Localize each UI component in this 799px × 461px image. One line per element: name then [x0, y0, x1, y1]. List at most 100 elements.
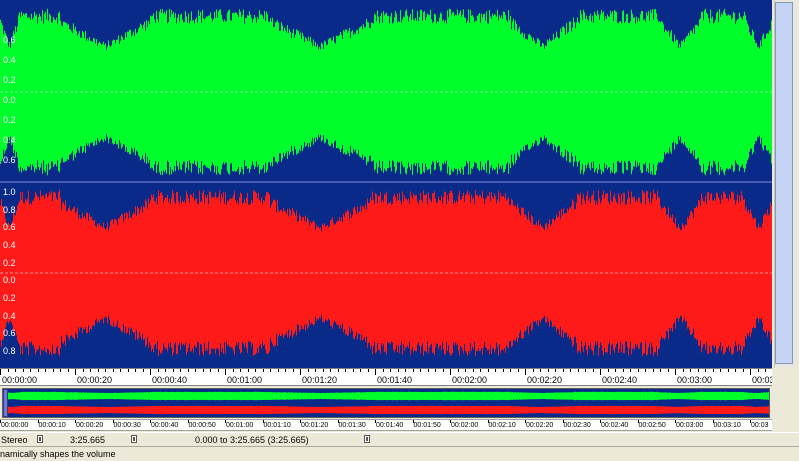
left-channel-sample: [144, 21, 145, 163]
left-channel-sample: [273, 27, 274, 157]
right-channel-sample: [203, 190, 204, 356]
overview-right-sample: [572, 406, 573, 414]
overview-left-sample: [715, 391, 716, 401]
overview-right-sample: [678, 406, 679, 414]
overview-left-sample: [118, 392, 119, 400]
waveform-canvas[interactable]: [0, 0, 772, 368]
overview-right-sample: [101, 406, 102, 414]
waveform-view[interactable]: 0.6 0.4 0.2 0.0 0.2 0.4 0.6 1.0 0.8 0.6 0.4 0.2 0.0 0…: [0, 0, 772, 368]
overview-right-sample: [266, 406, 267, 414]
right-channel-sample: [603, 190, 604, 356]
overview-left-sample: [418, 391, 419, 401]
overview-left-sample: [453, 391, 454, 401]
overview-right-sample: [377, 406, 378, 414]
overview-left-sample: [544, 392, 545, 400]
right-amplitude-label: 0.4: [3, 239, 16, 250]
overview-right-sample: [384, 405, 385, 415]
overview-right-sample: [246, 405, 247, 415]
overview-left-sample: [12, 392, 13, 400]
overview-left-sample: [644, 391, 645, 401]
overview-left-sample: [59, 392, 60, 400]
overview-right-sample: [422, 406, 423, 414]
overview-position-handle[interactable]: [3, 389, 8, 417]
overview-left-sample: [84, 392, 85, 400]
time-ruler-minor-tick: [465, 369, 466, 372]
left-channel-sample: [659, 21, 660, 163]
overview-right-sample: [59, 406, 60, 414]
overview-right-sample: [229, 406, 230, 414]
overview-left-sample: [673, 392, 674, 400]
overview-right-sample: [749, 406, 750, 414]
vertical-scrollbar[interactable]: [772, 0, 799, 368]
overview-left-sample: [444, 391, 445, 401]
left-channel-sample: [424, 11, 425, 173]
left-channel-sample: [124, 39, 125, 145]
overview-right-sample: [720, 406, 721, 414]
overview-left-sample: [290, 392, 291, 400]
overview-right-sample: [200, 405, 201, 415]
right-channel-sample: [449, 193, 450, 353]
right-channel-sample: [114, 218, 115, 328]
overview-waveform[interactable]: [2, 388, 770, 418]
overview-right-sample: [393, 405, 394, 415]
overview-right-sample: [46, 406, 47, 414]
left-channel-sample: [719, 9, 720, 176]
overview-right-sample: [135, 406, 136, 414]
right-channel-sample: [348, 210, 349, 336]
overview-canvas[interactable]: [3, 389, 769, 417]
overview-right-sample: [563, 406, 564, 414]
right-channel-sample: [134, 213, 135, 333]
overview-left-sample: [554, 392, 555, 400]
overview-right-sample: [109, 406, 110, 414]
overview-right-sample: [130, 406, 131, 414]
overview-right-sample: [766, 406, 767, 414]
time-ruler-major-tick: [675, 369, 676, 375]
overview-left-sample: [705, 391, 706, 401]
overview-left-sample: [721, 391, 722, 401]
overview-right-sample: [387, 405, 388, 415]
overview-left-sample: [43, 392, 44, 400]
overview-left-sample: [639, 392, 640, 400]
overview-right-sample: [374, 406, 375, 414]
overview-right-sample: [358, 406, 359, 414]
left-channel-sample: [559, 38, 560, 146]
right-channel-sample: [83, 217, 84, 329]
overview-left-sample: [669, 392, 670, 400]
overview-ruler-label: 00:01:00: [226, 422, 254, 429]
overview-right-sample: [397, 406, 398, 414]
left-channel-sample: [214, 11, 215, 173]
overview-left-sample: [523, 392, 524, 400]
overview-left-sample: [759, 392, 760, 400]
overview-right-sample: [219, 405, 220, 415]
right-channel-sample: [364, 209, 365, 338]
left-channel-sample: [373, 23, 374, 161]
left-channel-sample: [643, 20, 644, 164]
left-channel-sample: [564, 28, 565, 156]
overview-right-sample: [123, 406, 124, 414]
overview-left-sample: [155, 391, 156, 401]
overview-right-sample: [482, 406, 483, 414]
time-ruler[interactable]: 00:00:00 00:00:20 00:00:40 00:01:00 00:01:20…: [0, 368, 772, 386]
overview-right-sample: [649, 406, 650, 414]
overview-right-sample: [236, 405, 237, 415]
overview-left-sample: [585, 392, 586, 400]
right-channel-sample: [89, 213, 90, 333]
right-channel-sample: [704, 201, 705, 345]
right-channel-sample: [454, 200, 455, 346]
overview-left-sample: [410, 391, 411, 401]
overview-right-sample: [137, 406, 138, 414]
left-channel-sample: [503, 11, 504, 173]
overview-right-sample: [486, 405, 487, 415]
vertical-scrollbar-thumb[interactable]: [775, 2, 793, 364]
overview-left-sample: [198, 392, 199, 400]
overview-left-sample: [495, 391, 496, 401]
overview-right-sample: [470, 406, 471, 414]
right-channel-sample: [674, 223, 675, 323]
overview-left-sample: [228, 391, 229, 401]
overview-right-sample: [636, 405, 637, 415]
overview-left-sample: [674, 392, 675, 400]
time-ruler-major-tick: [750, 369, 751, 375]
overview-left-sample: [581, 391, 582, 401]
overview-right-sample: [352, 406, 353, 414]
left-channel-sample: [234, 13, 235, 171]
